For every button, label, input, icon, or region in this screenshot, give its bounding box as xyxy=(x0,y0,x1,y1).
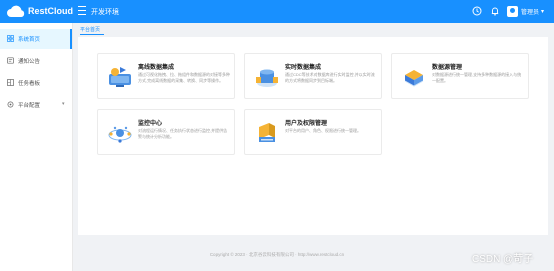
offline-integration-icon xyxy=(109,67,131,87)
user-name[interactable]: 管理员 xyxy=(521,7,539,16)
chevron-down-icon[interactable]: ▾ xyxy=(62,101,65,107)
sidebar-item-platform-config[interactable]: 平台配置 ▾ xyxy=(0,95,72,115)
app-logo[interactable]: RestCloud xyxy=(6,4,73,19)
settings-icon xyxy=(7,101,14,108)
sidebar-item-task-board[interactable]: 任务看板 xyxy=(0,73,72,93)
board-icon xyxy=(7,79,14,86)
environment-title: 开发环境 xyxy=(91,9,119,16)
sidebar-item-label: 平台配置 xyxy=(18,103,41,109)
card-description: 通过可视化拖拽、拉、拖组件和数据源的对接等多种方式,完成离线数据的采集、转换、同… xyxy=(138,72,230,83)
realtime-integration-icon xyxy=(256,69,278,87)
card-title: 数据源管理 xyxy=(432,65,463,71)
card-monitoring-center[interactable]: 监控中心 对流程运行情况、任务执行状态进行监控,并提供告警与统计分析功能。 xyxy=(97,109,235,155)
top-bar: RestCloud 开发环境 管理员 ▾ xyxy=(0,0,554,23)
card-description: 对数据源进行统一管理,支持多种数据源的接入与统一配置。 xyxy=(432,72,522,83)
user-permission-icon xyxy=(259,123,275,142)
monitoring-icon xyxy=(108,126,132,143)
card-offline-integration[interactable]: 离线数据集成 通过可视化拖拽、拉、拖组件和数据源的对接等多种方式,完成离线数据的… xyxy=(97,53,235,99)
bell-icon[interactable] xyxy=(490,6,500,16)
card-description: 对平台的用户、角色、权限进行统一管理。 xyxy=(285,128,361,133)
card-title: 用户及权限管理 xyxy=(285,121,328,127)
notice-icon xyxy=(7,57,14,64)
help-icon[interactable] xyxy=(472,6,482,16)
card-user-permission-management[interactable]: 用户及权限管理 对平台的用户、角色、权限进行统一管理。 xyxy=(244,109,382,155)
sidebar-item-notices[interactable]: 通知公告 xyxy=(0,51,72,71)
footer-copyright: Copyright © 2023 · 北京谷云科技有限公司 · http://w… xyxy=(209,252,345,257)
sidebar-item-home[interactable]: 系统首页 xyxy=(0,29,72,49)
chevron-down-icon[interactable]: ▾ xyxy=(541,8,544,15)
menu-toggle-icon[interactable] xyxy=(78,6,86,16)
card-datasource-management[interactable]: 数据源管理 对数据源进行统一管理,支持多种数据源的接入与统一配置。 xyxy=(391,53,529,99)
card-title: 实时数据集成 xyxy=(285,65,322,71)
sidebar-item-label: 系统首页 xyxy=(18,37,41,43)
card-realtime-integration[interactable]: 实时数据集成 通过CDC等技术对数据库进行实时监控,并以实时流的方式将数据同步到… xyxy=(244,53,382,99)
datasource-icon xyxy=(404,70,424,87)
watermark: CSDN @苛子 xyxy=(472,254,534,265)
cloud-logo-icon xyxy=(7,5,25,17)
sidebar-item-label: 通知公告 xyxy=(18,59,41,65)
card-description: 对流程运行情况、任务执行状态进行监控,并提供告警与统计分析功能。 xyxy=(138,128,228,139)
card-description: 通过CDC等技术对数据库进行实时监控,并以实时流的方式将数据同步到目标端。 xyxy=(285,72,375,83)
avatar[interactable] xyxy=(507,6,518,17)
sidebar-item-label: 任务看板 xyxy=(18,81,41,87)
card-title: 离线数据集成 xyxy=(138,65,175,71)
breadcrumb[interactable]: 平台首页 xyxy=(80,26,105,35)
home-icon xyxy=(7,35,14,42)
brand-name: RestCloud xyxy=(28,6,73,16)
sidebar: 系统首页 通知公告 任务看板 平台配置 ▾ xyxy=(0,23,73,271)
main-content: 离线数据集成 通过可视化拖拽、拉、拖组件和数据源的对接等多种方式,完成离线数据的… xyxy=(78,37,548,235)
card-title: 监控中心 xyxy=(138,121,163,127)
